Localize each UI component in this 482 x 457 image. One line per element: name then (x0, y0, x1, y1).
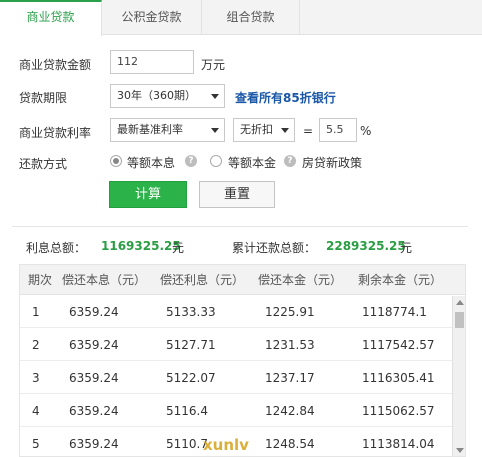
interest-total-label: 利息总额： (26, 241, 87, 255)
amount-input[interactable]: 112 (110, 50, 194, 74)
term-label: 贷款期限 (19, 91, 68, 105)
column-header-remaining: 剩余本金（元） (358, 273, 443, 287)
repayment-total-unit: 元 (400, 241, 413, 255)
rate-input[interactable]: 5.5 (319, 118, 357, 142)
cell-remaining: 1115062.57 (362, 404, 435, 418)
method-label: 还款方式 (19, 157, 68, 171)
scrollbar-thumb[interactable] (455, 312, 464, 328)
chevron-down-icon (211, 94, 219, 99)
cell-remaining: 1118774.1 (362, 305, 427, 319)
table-row: 4 6359.24 5116.4 1242.84 1115062.57 (20, 395, 452, 427)
chevron-down-icon (211, 128, 219, 133)
cell-interest: 5110.7 (166, 437, 208, 451)
method-radio-equal-principal[interactable] (210, 155, 222, 167)
tab-combined-loan[interactable]: 组合贷款 (202, 0, 300, 35)
table-header: 期次 偿还本息（元） 偿还利息（元） 偿还本金（元） 剩余本金（元） (20, 265, 465, 295)
cell-remaining: 1117542.57 (362, 338, 435, 352)
cell-principal: 1242.84 (265, 404, 315, 418)
cell-principal: 1225.91 (265, 305, 315, 319)
rate-type-value: 最新基准利率 (117, 123, 183, 136)
cell-payment: 6359.24 (69, 338, 119, 352)
cell-period: 1 (32, 305, 40, 319)
method-radio-equal-installment[interactable] (110, 155, 122, 167)
rate-label: 商业贷款利率 (19, 126, 92, 140)
column-header-period: 期次 (28, 273, 53, 287)
table-row: 2 6359.24 5127.71 1231.53 1117542.57 (20, 329, 452, 361)
repayment-total-value: 2289325.25 (326, 239, 406, 253)
term-select-value: 30年（360期） (117, 89, 196, 102)
column-header-interest: 偿还利息（元） (160, 273, 245, 287)
cell-interest: 5122.07 (166, 371, 216, 385)
cell-remaining: 1116305.41 (362, 371, 435, 385)
discount-value: 无折扣 (240, 123, 273, 136)
reset-button[interactable]: 重置 (199, 181, 275, 208)
policy-link[interactable]: 房贷新政策 (302, 154, 362, 171)
cell-period: 4 (32, 404, 40, 418)
help-icon[interactable]: ? (185, 155, 197, 167)
amount-unit: 万元 (201, 58, 226, 72)
interest-total-value: 1169325.25 (101, 239, 181, 253)
interest-total-unit: 元 (172, 241, 185, 255)
divider (12, 226, 468, 227)
loan-type-tabs: 商业贷款 公积金贷款 组合贷款 (0, 0, 482, 36)
amount-label: 商业贷款金额 (19, 58, 92, 72)
tab-provident-fund-loan[interactable]: 公积金贷款 (102, 0, 202, 35)
tab-commercial-loan[interactable]: 商业贷款 (0, 0, 102, 36)
cell-remaining: 1113814.04 (362, 437, 435, 451)
method-option-equal-principal: 等额本金 (228, 156, 277, 170)
cell-payment: 6359.24 (69, 404, 119, 418)
scroll-up-arrow-icon[interactable] (456, 300, 464, 305)
cell-interest: 5127.71 (166, 338, 216, 352)
method-option-equal-installment: 等额本息 (127, 156, 176, 170)
cell-principal: 1248.54 (265, 437, 315, 451)
discount-select[interactable]: 无折扣 (233, 118, 295, 142)
cell-payment: 6359.24 (69, 305, 119, 319)
rate-unit: % (360, 124, 372, 138)
view-banks-link[interactable]: 查看所有85折银行 (235, 89, 336, 106)
column-header-principal: 偿还本金（元） (258, 273, 343, 287)
calculate-button[interactable]: 计算 (109, 181, 187, 208)
cell-period: 2 (32, 338, 40, 352)
watermark: xunlv (203, 436, 249, 454)
table-row: 1 6359.24 5133.33 1225.91 1118774.1 (20, 296, 452, 328)
table-scrollbar[interactable] (452, 296, 465, 456)
rate-type-select[interactable]: 最新基准利率 (110, 118, 225, 142)
chevron-down-icon (281, 128, 289, 133)
cell-interest: 5116.4 (166, 404, 208, 418)
help-icon[interactable]: ? (284, 155, 296, 167)
repayment-total-label: 累计还款总额： (232, 241, 317, 255)
cell-payment: 6359.24 (69, 437, 119, 451)
cell-period: 3 (32, 371, 40, 385)
cell-payment: 6359.24 (69, 371, 119, 385)
term-select[interactable]: 30年（360期） (110, 84, 225, 108)
equals-sign: = (303, 124, 314, 138)
cell-principal: 1231.53 (265, 338, 315, 352)
repayment-schedule-table: 期次 偿还本息（元） 偿还利息（元） 偿还本金（元） 剩余本金（元） 1 635… (19, 264, 466, 457)
cell-principal: 1237.17 (265, 371, 315, 385)
cell-period: 5 (32, 437, 40, 451)
table-row: 3 6359.24 5122.07 1237.17 1116305.41 (20, 362, 452, 394)
cell-interest: 5133.33 (166, 305, 216, 319)
scroll-down-arrow-icon[interactable] (456, 448, 464, 453)
column-header-payment: 偿还本息（元） (62, 273, 147, 287)
